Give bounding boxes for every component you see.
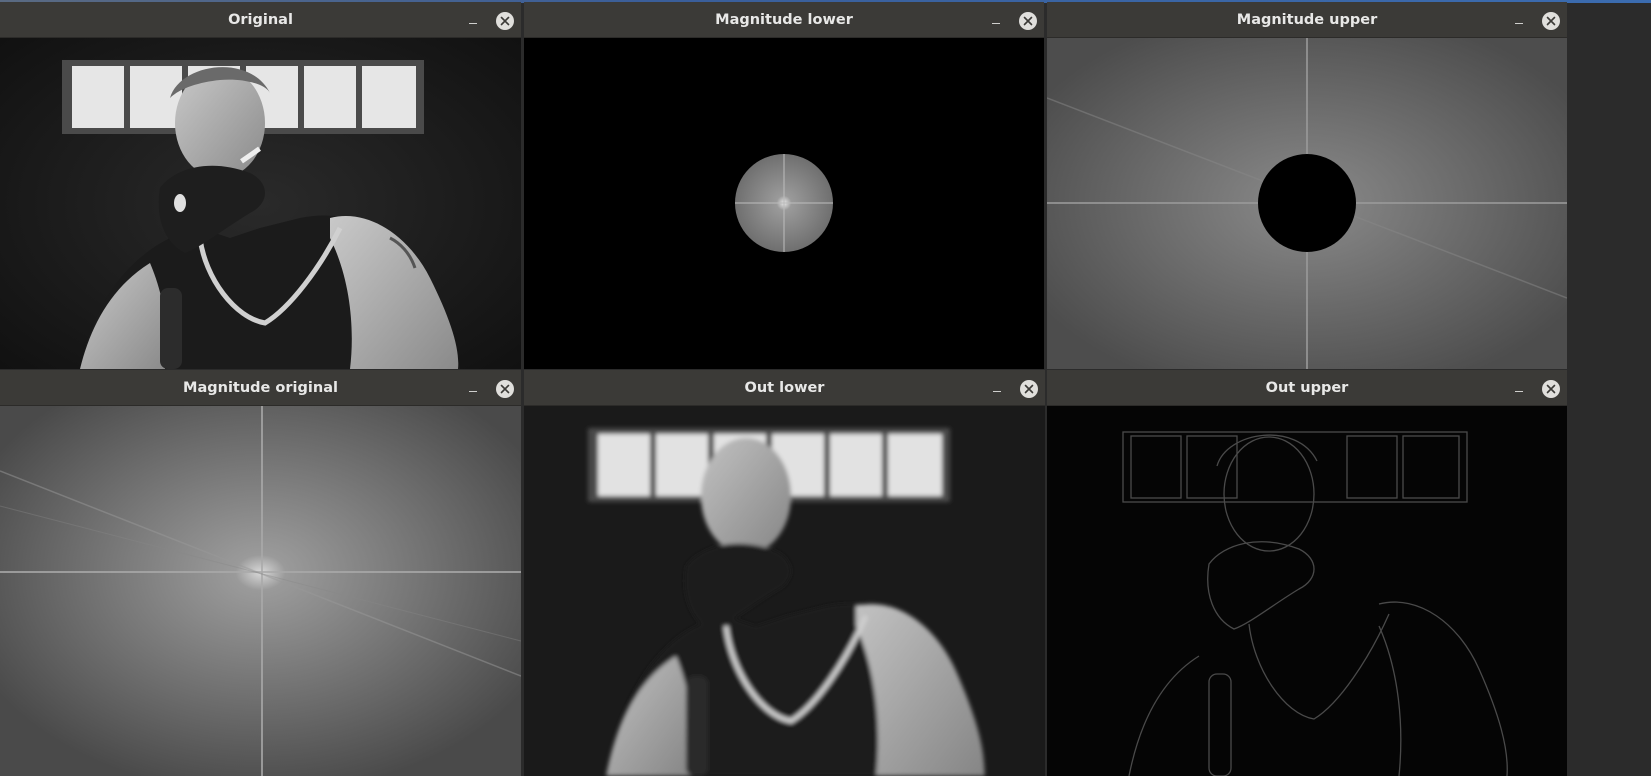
image-out-lower: [524, 406, 1045, 776]
minimize-icon: [1515, 391, 1523, 392]
window-original[interactable]: Original: [0, 2, 521, 369]
window-title: Magnitude lower: [715, 12, 853, 28]
image-out-upper: [1047, 406, 1567, 776]
magnitude-upper-spectrum: [1047, 38, 1567, 369]
window-title: Magnitude original: [183, 380, 338, 396]
close-button[interactable]: [1019, 12, 1037, 30]
image-magnitude-lower: [524, 38, 1044, 369]
window-title: Original: [228, 12, 293, 28]
magnitude-original-spectrum: [0, 406, 521, 776]
titlebar[interactable]: Magnitude original: [0, 370, 521, 406]
desktop: Original Magnitude lower Magnitude upper…: [0, 0, 1651, 776]
window-magnitude-original[interactable]: Magnitude original: [0, 370, 521, 776]
minimize-button[interactable]: [1510, 12, 1528, 30]
out-lower-photo: [524, 406, 1045, 776]
close-icon: [1024, 384, 1034, 394]
minimize-button[interactable]: [464, 12, 482, 30]
close-icon: [1546, 384, 1556, 394]
titlebar[interactable]: Magnitude lower: [524, 2, 1044, 38]
close-icon: [500, 16, 510, 26]
close-button[interactable]: [1020, 380, 1038, 398]
close-icon: [1023, 16, 1033, 26]
image-magnitude-original: [0, 406, 521, 776]
window-title: Out lower: [744, 380, 825, 396]
minimize-icon: [993, 391, 1001, 392]
original-photo: [0, 38, 521, 369]
minimize-button[interactable]: [988, 380, 1006, 398]
window-magnitude-lower[interactable]: Magnitude lower: [524, 2, 1044, 369]
minimize-icon: [469, 23, 477, 24]
out-upper-edges: [1047, 406, 1567, 776]
close-icon: [1546, 16, 1556, 26]
window-out-lower[interactable]: Out lower: [524, 370, 1045, 776]
close-button[interactable]: [1542, 380, 1560, 398]
minimize-button[interactable]: [987, 12, 1005, 30]
close-button[interactable]: [496, 12, 514, 30]
minimize-button[interactable]: [464, 380, 482, 398]
window-title: Out upper: [1265, 380, 1349, 396]
titlebar[interactable]: Out lower: [524, 370, 1045, 406]
close-button[interactable]: [1542, 12, 1560, 30]
minimize-icon: [992, 23, 1000, 24]
magnitude-lower-spectrum: [524, 38, 1044, 369]
window-out-upper[interactable]: Out upper: [1047, 370, 1567, 776]
window-magnitude-upper[interactable]: Magnitude upper: [1047, 2, 1567, 369]
titlebar[interactable]: Out upper: [1047, 370, 1567, 406]
titlebar[interactable]: Magnitude upper: [1047, 2, 1567, 38]
minimize-icon: [1515, 23, 1523, 24]
image-magnitude-upper: [1047, 38, 1567, 369]
minimize-button[interactable]: [1510, 380, 1528, 398]
window-title: Magnitude upper: [1236, 12, 1378, 28]
minimize-icon: [469, 391, 477, 392]
titlebar[interactable]: Original: [0, 2, 521, 38]
image-original: [0, 38, 521, 369]
close-button[interactable]: [496, 380, 514, 398]
close-icon: [500, 384, 510, 394]
